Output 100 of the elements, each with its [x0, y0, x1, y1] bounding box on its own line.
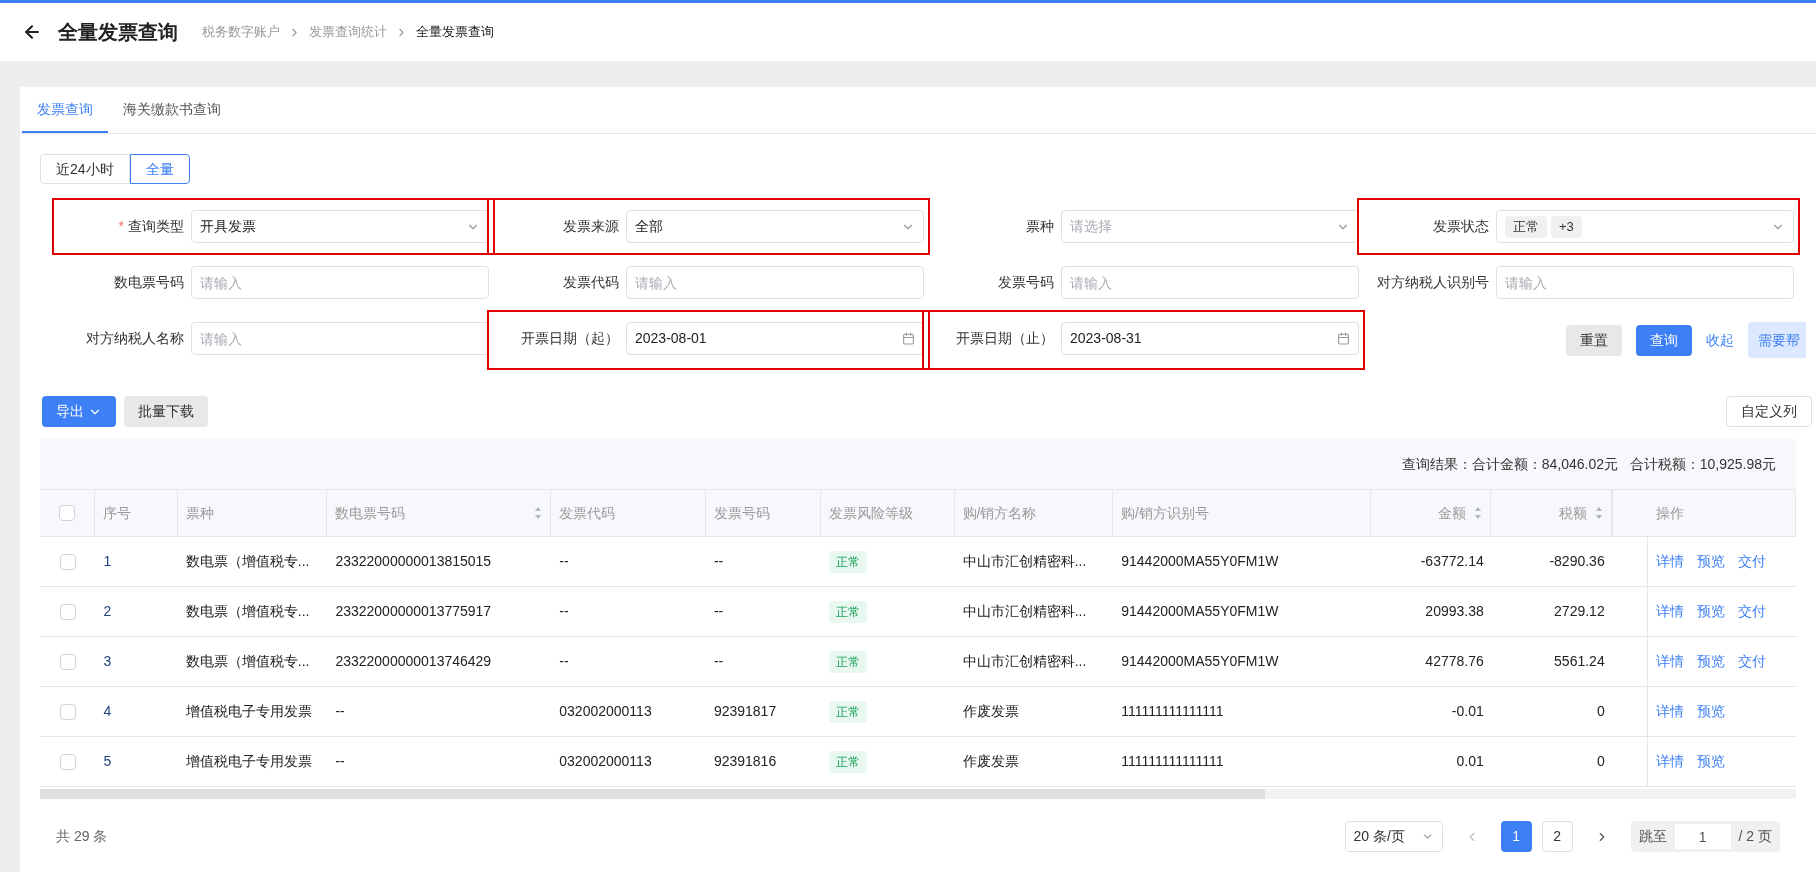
select-field[interactable]: 全部 [626, 210, 924, 243]
page-button[interactable]: 2 [1541, 821, 1573, 852]
table-cell-text: 0.01 [1456, 752, 1484, 771]
action-link[interactable]: 预览 [1697, 751, 1726, 772]
date-field[interactable]: 2023-08-31 [1061, 322, 1359, 355]
collapse-link[interactable]: 收起 [1706, 329, 1734, 351]
table-cell-text: 92391816 [713, 752, 777, 771]
column-header: 序号 [103, 503, 132, 523]
sort-icon[interactable] [534, 506, 543, 520]
page-count: / 2 页 [1738, 827, 1772, 846]
range-toggle-button[interactable]: 全量 [129, 154, 190, 184]
input-field[interactable]: 请输入 [1496, 266, 1794, 299]
table-cell-text: -- [559, 602, 569, 621]
jump-label: 跳至 [1638, 827, 1667, 846]
select-field[interactable]: 正常 +3 [1496, 210, 1794, 243]
query-button[interactable]: 查询 [1636, 324, 1692, 356]
status-badge: 正常 [828, 650, 867, 673]
horizontal-scrollbar[interactable] [40, 789, 1265, 799]
column-header: 票种 [185, 503, 214, 523]
action-link[interactable]: 预览 [1697, 701, 1726, 722]
column-header: 购/销方名称 [962, 503, 1037, 523]
column-header: 金额 [1438, 503, 1467, 523]
action-link[interactable]: 交付 [1738, 551, 1767, 572]
field-label: 发票号码 [998, 273, 1054, 292]
table-cell-text: 作废发票 [962, 752, 1019, 771]
table-cell-text: 作废发票 [962, 702, 1019, 721]
table-cell-text: 111111111111111 [1121, 752, 1224, 771]
action-link[interactable]: 交付 [1738, 601, 1767, 622]
status-badge: 正常 [828, 700, 867, 723]
breadcrumb-link[interactable]: 税务数字账户 [202, 22, 280, 42]
table-cell-text: 1 [103, 552, 112, 571]
action-link[interactable]: 交付 [1738, 651, 1767, 672]
table-cell-text: 4 [103, 702, 112, 721]
action-link[interactable]: 预览 [1697, 601, 1726, 622]
table-cell-text: 数电票（增值税专... [185, 552, 310, 571]
field-label: 开票日期（起） [521, 329, 619, 348]
checkbox[interactable] [59, 553, 76, 570]
page-title: 全量发票查询 [58, 20, 178, 45]
reset-button[interactable]: 重置 [1566, 324, 1622, 356]
status-badge: 正常 [828, 600, 867, 623]
action-link[interactable]: 详情 [1656, 701, 1685, 722]
table-cell-text: -- [713, 552, 724, 571]
column-header: 税额 [1559, 503, 1588, 523]
table-cell-text: -63772.14 [1420, 552, 1484, 571]
table-cell-text: -- [713, 652, 724, 671]
help-button[interactable]: 需要帮 [1748, 322, 1806, 358]
action-link[interactable]: 详情 [1656, 651, 1685, 672]
table-cell-text: 数电票（增值税专... [185, 652, 310, 671]
input-field[interactable]: 请输入 [1061, 266, 1359, 299]
checkbox[interactable] [59, 603, 76, 620]
action-link[interactable]: 详情 [1656, 601, 1685, 622]
column-header: 发票风险等级 [828, 503, 913, 523]
breadcrumb-link[interactable]: 发票查询统计 [309, 22, 387, 42]
field-label: 发票状态 [1433, 217, 1489, 236]
status-badge: 正常 [828, 550, 867, 573]
table-cell-text: -- [713, 602, 724, 621]
checkbox[interactable] [59, 753, 76, 770]
column-header: 发票号码 [713, 503, 770, 523]
checkbox[interactable] [59, 653, 76, 670]
sort-icon[interactable] [1474, 506, 1483, 520]
tab[interactable]: 海关缴款书查询 [108, 87, 236, 133]
action-link[interactable]: 预览 [1697, 651, 1726, 672]
input-field[interactable]: 请输入 [626, 266, 924, 299]
status-tag: 正常 [1505, 215, 1547, 238]
table-cell-text: 91442000MA55Y0FM1W [1121, 552, 1279, 571]
action-link[interactable]: 预览 [1697, 551, 1726, 572]
table-cell-text: 111111111111111 [1121, 702, 1224, 721]
export-button[interactable]: 导出 [42, 396, 116, 427]
table-cell-text: 91442000MA55Y0FM1W [1121, 602, 1279, 621]
custom-columns-button[interactable]: 自定义列 [1726, 396, 1812, 427]
field-label: 票种 [1026, 217, 1054, 236]
page-jump-field[interactable]: 1 [1674, 824, 1731, 849]
table-cell-text: -- [335, 702, 345, 721]
tab[interactable]: 发票查询 [22, 87, 108, 133]
table-cell-text: 2 [103, 602, 112, 621]
input-field[interactable]: 请输入 [191, 266, 489, 299]
status-badge: 正常 [828, 750, 867, 773]
table-cell-text: 20993.38 [1425, 602, 1484, 621]
page-button[interactable]: 1 [1500, 821, 1532, 852]
table-cell-text: 中山市汇创精密科... [962, 652, 1087, 671]
page-size-select[interactable]: 20 条/页 [1344, 821, 1443, 852]
action-link[interactable]: 详情 [1656, 551, 1685, 572]
field-label: 发票代码 [563, 273, 619, 292]
calendar-icon [902, 332, 915, 345]
table-cell-text: 032002000113 [559, 752, 652, 771]
batch-download-button[interactable]: 批量下载 [124, 396, 208, 427]
sort-icon[interactable] [1595, 506, 1604, 520]
field-label: 发票来源 [563, 217, 619, 236]
table-cell-text: -0.01 [1451, 702, 1484, 721]
column-header: 操作 [1656, 503, 1685, 523]
table-cell-text: 23322000000013775917 [335, 602, 492, 621]
column-header: 数电票号码 [335, 503, 406, 523]
table-cell-text: 2729.12 [1554, 602, 1605, 621]
input-field[interactable]: 请输入 [191, 322, 489, 355]
checkbox[interactable] [59, 505, 76, 521]
checkbox[interactable] [59, 703, 76, 720]
range-toggle-button[interactable]: 近24小时 [40, 154, 130, 184]
table-cell-text: 3 [103, 652, 112, 671]
action-link[interactable]: 详情 [1656, 751, 1685, 772]
table-cell-text: -- [559, 552, 569, 571]
